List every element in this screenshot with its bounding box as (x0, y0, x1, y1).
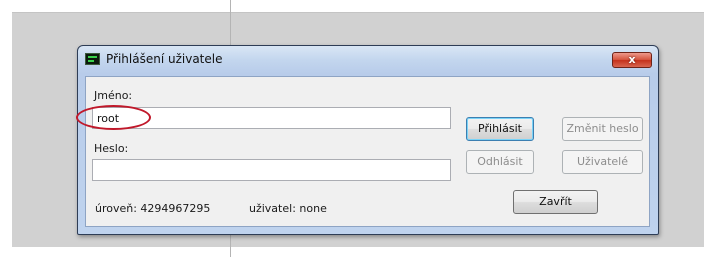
dialog-client-area: Jméno: Heslo: úroveň: 4294967295 uživate… (85, 76, 650, 227)
name-label: Jméno: (94, 89, 133, 102)
logout-button[interactable]: Odhlásit (466, 150, 534, 174)
desktop-top-edge (12, 12, 704, 13)
close-window-button[interactable]: x (612, 52, 652, 68)
change-password-button[interactable]: Změnit heslo (562, 117, 643, 141)
password-input[interactable] (92, 159, 451, 181)
terminal-app-icon (85, 53, 100, 65)
close-button[interactable]: Zavřít (513, 190, 598, 214)
close-icon: x (628, 53, 636, 66)
login-dialog: Přihlášení uživatele x Jméno: Heslo: úro… (77, 45, 659, 235)
level-status: úroveň: 4294967295 (95, 202, 211, 215)
password-label: Heslo: (94, 142, 129, 155)
login-button[interactable]: Přihlásit (466, 117, 534, 141)
user-status: uživatel: none (249, 202, 327, 215)
window-title: Přihlášení uživatele (106, 52, 223, 66)
users-button[interactable]: Uživatelé (562, 150, 643, 174)
name-input[interactable] (92, 107, 451, 129)
title-bar[interactable]: Přihlášení uživatele x (78, 46, 658, 73)
